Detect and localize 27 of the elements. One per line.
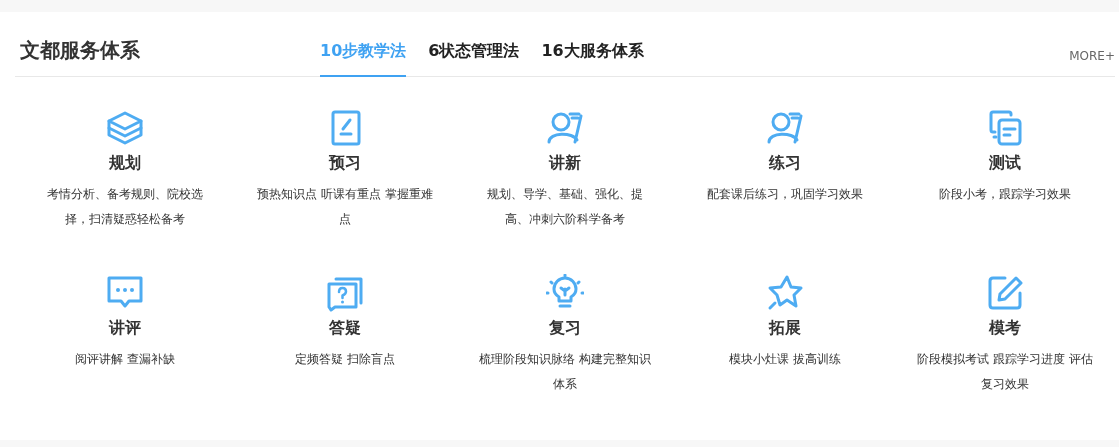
tab[interactable]: 6状态管理法 [428,41,520,77]
item-title: 复习 [549,318,581,339]
star-icon [766,274,804,312]
item-description: 阅评讲解 查漏补缺 [75,351,175,368]
item-description: 阶段小考，跟踪学习效果 [939,186,1071,203]
item-description: 考情分析、备考规则、院校选 择，扫清疑惑轻松备考 [47,186,203,228]
item-description: 配套课后练习，巩固学习效果 [707,186,863,203]
item-description: 模块小灶课 拔高训练 [729,351,841,368]
item-description: 规划、导学、基础、强化、提 高、冲刺六阶科学备考 [487,186,643,228]
layers-icon [106,109,144,147]
item-title: 练习 [769,153,801,174]
item-description: 预热知识点 听课有重点 掌握重难 点 [257,186,433,228]
item-description: 定频答疑 扫除盲点 [295,351,395,368]
item-title: 模考 [989,318,1021,339]
item-title: 规划 [109,153,141,174]
item-title: 讲评 [109,318,141,339]
item-title: 预习 [329,153,361,174]
more-link[interactable]: MORE+ [1069,49,1115,63]
tab[interactable]: 16大服务体系 [541,41,644,77]
edit-icon [986,274,1024,312]
item-title: 讲新 [549,153,581,174]
item-title: 答疑 [329,318,361,339]
item-description: 梳理阶段知识脉络 构建完整知识 体系 [479,351,651,393]
section-title: 文都服务体系 [20,37,141,64]
item-title: 测试 [989,153,1021,174]
item-title: 拓展 [769,318,801,339]
item-description: 阶段模拟考试 跟踪学习进度 评估 复习效果 [917,351,1093,393]
